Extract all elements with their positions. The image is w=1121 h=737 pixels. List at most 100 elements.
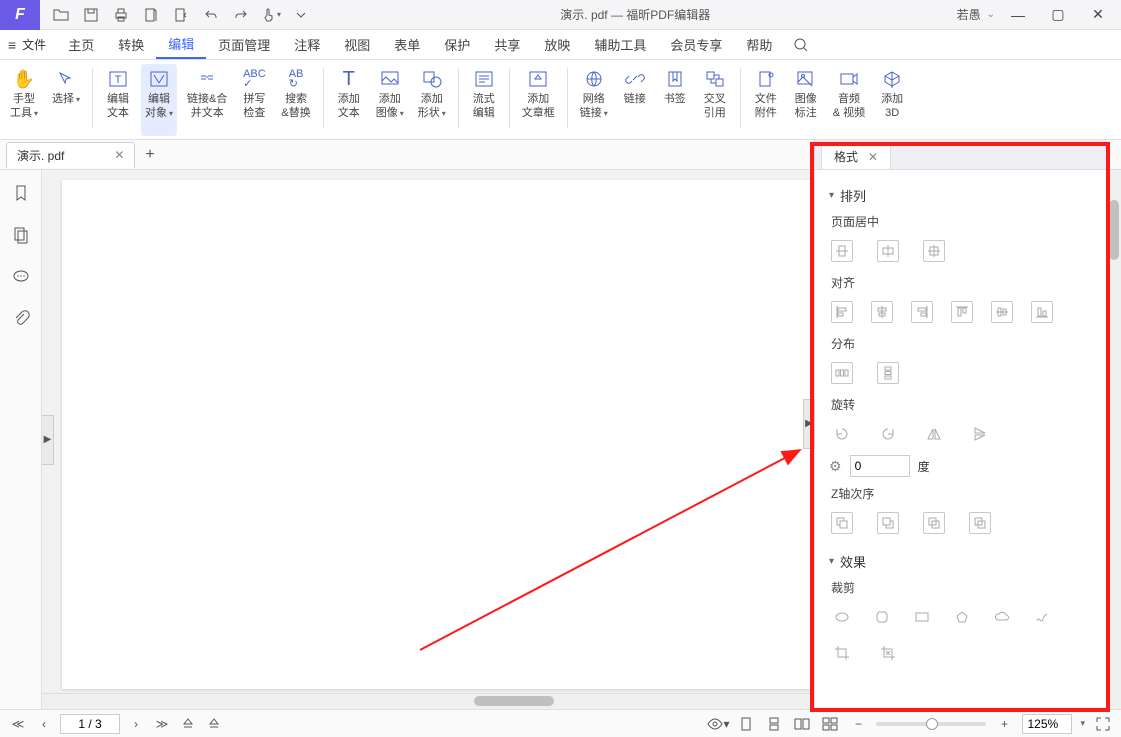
center-horizontal-icon[interactable] <box>831 240 853 262</box>
format-tab[interactable]: 格式 ✕ <box>821 143 891 169</box>
menu-help[interactable]: 帮助 <box>734 30 784 59</box>
menu-form[interactable]: 表单 <box>382 30 432 59</box>
close-button[interactable]: ✕ <box>1081 1 1115 29</box>
align-center-h-icon[interactable] <box>871 301 893 323</box>
select-button[interactable]: 选择 <box>48 64 84 136</box>
align-middle-icon[interactable] <box>991 301 1013 323</box>
crop-cloud-icon[interactable] <box>991 606 1013 628</box>
touch-mode-icon[interactable]: ▾ <box>258 2 284 28</box>
zoom-input[interactable] <box>1022 714 1072 734</box>
web-link-button[interactable]: 网络 链接 <box>576 64 612 136</box>
bookmark-panel-icon[interactable] <box>8 180 34 206</box>
eye-icon[interactable]: ▾ <box>708 714 728 734</box>
crossref-button[interactable]: 交叉 引用 <box>698 64 732 136</box>
minimize-button[interactable]: — <box>1001 1 1035 29</box>
save-icon[interactable] <box>78 2 104 28</box>
crop-circle-icon[interactable] <box>871 606 893 628</box>
menu-view[interactable]: 视图 <box>332 30 382 59</box>
undo-icon[interactable] <box>198 2 224 28</box>
crop-rect-icon[interactable] <box>911 606 933 628</box>
zoom-handle[interactable] <box>926 718 938 730</box>
prev-page-icon[interactable]: ‹ <box>34 714 54 734</box>
menu-comment[interactable]: 注释 <box>282 30 332 59</box>
menu-convert[interactable]: 转换 <box>106 30 156 59</box>
menu-present[interactable]: 放映 <box>532 30 582 59</box>
menu-accessibility[interactable]: 辅助工具 <box>582 30 658 59</box>
align-bottom-icon[interactable] <box>1031 301 1053 323</box>
menu-pages[interactable]: 页面管理 <box>206 30 282 59</box>
bookmark-button[interactable]: 书签 <box>658 64 692 136</box>
crop-freeform-icon[interactable] <box>1031 606 1053 628</box>
maximize-button[interactable]: ▢ <box>1041 1 1075 29</box>
nav-fwd-icon[interactable] <box>204 714 224 734</box>
add-text-button[interactable]: T添加 文本 <box>332 64 366 136</box>
center-both-icon[interactable] <box>923 240 945 262</box>
crop-reset-icon[interactable] <box>877 642 899 664</box>
find-replace-button[interactable]: AB↻搜索 &替换 <box>277 64 314 136</box>
crop-ellipse-icon[interactable] <box>831 606 853 628</box>
effect-section[interactable]: 效果 <box>829 552 1099 571</box>
export-pdf-icon[interactable] <box>138 2 164 28</box>
flip-horizontal-icon[interactable] <box>923 423 945 445</box>
redo-icon[interactable] <box>228 2 254 28</box>
align-right-icon[interactable] <box>911 301 933 323</box>
distribute-vertical-icon[interactable] <box>877 362 899 384</box>
send-backward-icon[interactable] <box>923 512 945 534</box>
close-tab-icon[interactable]: ✕ <box>114 148 124 162</box>
user-name[interactable]: 若愚 <box>957 6 981 23</box>
fullscreen-icon[interactable] <box>1093 714 1113 734</box>
align-top-icon[interactable] <box>951 301 973 323</box>
distribute-horizontal-icon[interactable] <box>831 362 853 384</box>
first-page-icon[interactable]: ≪ <box>8 714 28 734</box>
add-shape-button[interactable]: 添加 形状 <box>414 64 450 136</box>
send-back-icon[interactable] <box>969 512 991 534</box>
add-3d-button[interactable]: 添加 3D <box>875 64 909 136</box>
hamburger-icon[interactable]: ≡ <box>8 37 16 53</box>
image-mark-button[interactable]: 图像 标注 <box>789 64 823 136</box>
menu-file[interactable]: 文件 <box>22 36 46 53</box>
zoom-out-icon[interactable]: − <box>848 714 868 734</box>
zoom-slider[interactable] <box>876 722 986 726</box>
nav-back-icon[interactable] <box>178 714 198 734</box>
right-expander[interactable]: ▶ <box>803 399 815 449</box>
crop-tool-icon[interactable] <box>831 642 853 664</box>
flow-edit-button[interactable]: 流式 编辑 <box>467 64 501 136</box>
center-vertical-icon[interactable] <box>877 240 899 262</box>
align-left-icon[interactable] <box>831 301 853 323</box>
rotate-ccw-icon[interactable] <box>877 423 899 445</box>
attachments-panel-icon[interactable] <box>8 306 34 332</box>
export-word-icon[interactable] <box>168 2 194 28</box>
flip-vertical-icon[interactable] <box>969 423 991 445</box>
menu-share[interactable]: 共享 <box>482 30 532 59</box>
rotation-degree-input[interactable] <box>850 455 910 477</box>
next-page-icon[interactable]: › <box>126 714 146 734</box>
print-icon[interactable] <box>108 2 134 28</box>
gear-icon[interactable]: ⚙ <box>829 458 842 475</box>
page-input[interactable] <box>60 714 120 734</box>
qat-more-icon[interactable] <box>288 2 314 28</box>
audio-video-button[interactable]: 音频 & 视频 <box>829 64 869 136</box>
menu-protect[interactable]: 保护 <box>432 30 482 59</box>
vscroll-thumb[interactable] <box>1109 200 1119 260</box>
bring-front-icon[interactable] <box>831 512 853 534</box>
pages-panel-icon[interactable] <box>8 222 34 248</box>
attachment-button[interactable]: 文件 附件 <box>749 64 783 136</box>
scroll-thumb[interactable] <box>474 696 554 706</box>
menu-edit[interactable]: 编辑 <box>156 30 206 59</box>
user-dropdown-icon[interactable]: ⌄ <box>987 9 995 20</box>
facing-continuous-icon[interactable] <box>820 714 840 734</box>
hand-tool-button[interactable]: ✋手型 工具 <box>6 64 42 136</box>
arrange-section[interactable]: 排列 <box>829 186 1099 205</box>
document-tab[interactable]: 演示. pdf ✕ <box>6 142 135 168</box>
left-expander[interactable]: ▶ <box>42 415 54 465</box>
comments-panel-icon[interactable] <box>8 264 34 290</box>
spellcheck-button[interactable]: ABC✓拼写 检查 <box>237 64 271 136</box>
open-icon[interactable] <box>48 2 74 28</box>
crop-polygon-icon[interactable] <box>951 606 973 628</box>
link-button[interactable]: 链接 <box>618 64 652 136</box>
facing-icon[interactable] <box>792 714 812 734</box>
add-image-button[interactable]: 添加 图像 <box>372 64 408 136</box>
edit-object-button[interactable]: 编辑 对象 <box>141 64 177 136</box>
link-merge-button[interactable]: 链接&合 并文本 <box>183 64 231 136</box>
add-article-button[interactable]: 添加 文章框 <box>518 64 559 136</box>
